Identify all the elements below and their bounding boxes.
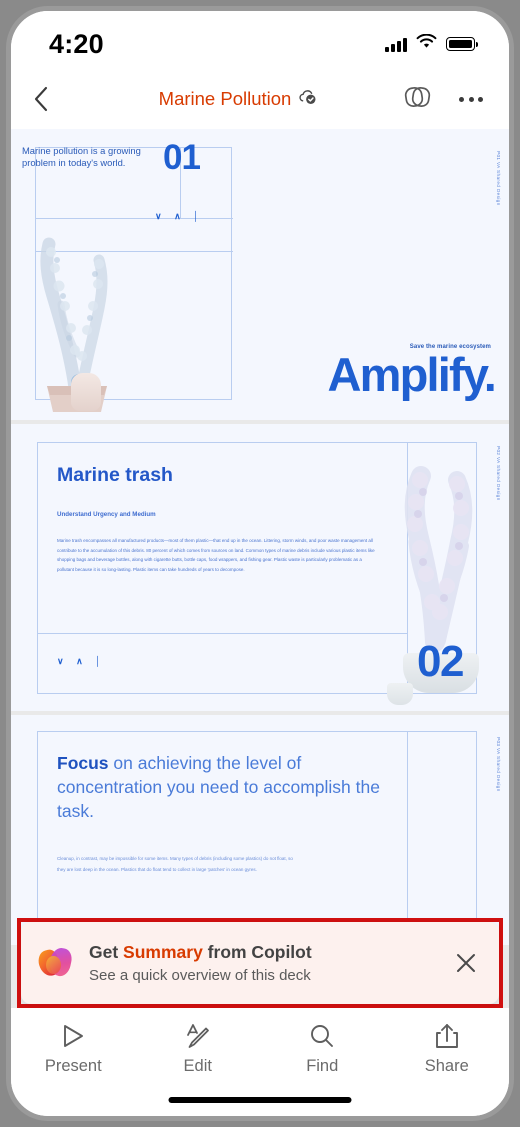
close-icon bbox=[457, 954, 475, 972]
slide-1-quote: Marine pollution is a growing problem in… bbox=[22, 145, 141, 169]
share-upload-icon bbox=[435, 1024, 458, 1048]
copilot-summary-banner[interactable]: Get Summary from Copilot See a quick ove… bbox=[21, 922, 499, 1004]
nav-actions bbox=[403, 83, 483, 116]
copilot-banner-title: Get Summary from Copilot bbox=[89, 941, 433, 964]
slide-3-body: Cleanup, in contrast, may be impossible … bbox=[57, 856, 293, 872]
copilot-title-prefix: Get bbox=[89, 941, 124, 962]
text-pencil-icon bbox=[186, 1024, 209, 1048]
slide-2-horizontal-rule bbox=[38, 633, 408, 634]
copilot-title-suffix: from Copilot bbox=[202, 941, 312, 962]
back-button[interactable] bbox=[33, 86, 73, 112]
search-icon bbox=[311, 1025, 334, 1047]
slide-1-wordmark: Amplify. bbox=[327, 348, 496, 401]
more-options-icon[interactable] bbox=[459, 96, 483, 102]
slide-1-chevrons: ∨ ∧ │ bbox=[155, 211, 204, 221]
slide-side-label: P01 VA Shared Design bbox=[496, 151, 501, 206]
play-triangle-icon bbox=[64, 1025, 84, 1047]
close-banner-button[interactable] bbox=[449, 951, 483, 975]
phone-frame: 4:20 Marine Pollution P01 VA Shared Desi… bbox=[6, 6, 514, 1121]
slide-3-heading-bold: Focus bbox=[57, 753, 109, 773]
slide-2-subtitle: Understand Urgency and Medium bbox=[57, 511, 156, 518]
slide-3-heading: Focus on achieving the level of concentr… bbox=[57, 751, 387, 823]
share-button[interactable]: Share bbox=[391, 1022, 503, 1076]
present-button[interactable]: Present bbox=[17, 1022, 129, 1076]
slide-2-body: Marine trash encompasses all manufacture… bbox=[57, 538, 375, 572]
slide-side-label: P03 VA Shared Design bbox=[496, 737, 501, 792]
loop-pages-icon[interactable] bbox=[403, 83, 433, 116]
slide-2-chevrons: ∨ ∧ │ bbox=[57, 656, 106, 666]
wifi-icon bbox=[416, 33, 437, 54]
status-clock: 4:20 bbox=[49, 28, 104, 59]
cloud-synced-icon bbox=[298, 89, 317, 110]
home-indicator bbox=[168, 1097, 352, 1103]
share-label: Share bbox=[424, 1057, 469, 1075]
slide-3-canvas: P03 VA Shared Design Focus on achieving … bbox=[11, 715, 509, 945]
chevron-left-icon bbox=[34, 86, 48, 112]
slide-list[interactable]: P01 VA Shared Design Marine pollution is… bbox=[11, 129, 509, 1008]
copilot-icon bbox=[35, 946, 74, 979]
status-bar: 4:20 bbox=[11, 11, 509, 69]
copilot-banner-subtitle: See a quick overview of this deck bbox=[89, 966, 311, 984]
present-label: Present bbox=[44, 1057, 102, 1075]
slide-thumbnail-3[interactable]: P03 VA Shared Design Focus on achieving … bbox=[11, 715, 509, 945]
slide-2-canvas: P02 VA Shared Design Marine trash Unders… bbox=[11, 424, 509, 711]
navigation-bar: Marine Pollution bbox=[11, 69, 509, 129]
copilot-banner-highlight: Get Summary from Copilot See a quick ove… bbox=[17, 918, 503, 1008]
slide-thumbnail-2[interactable]: P02 VA Shared Design Marine trash Unders… bbox=[11, 424, 509, 711]
edit-label: Edit bbox=[183, 1057, 212, 1075]
find-label: Find bbox=[306, 1057, 339, 1075]
slide-1-canvas: P01 VA Shared Design Marine pollution is… bbox=[11, 129, 509, 420]
slide-side-label: P02 VA Shared Design bbox=[496, 446, 501, 501]
status-icons bbox=[385, 33, 478, 54]
slide-2-number: 02 bbox=[417, 637, 464, 686]
signal-bars-icon bbox=[385, 37, 407, 52]
edit-button[interactable]: Edit bbox=[142, 1022, 254, 1076]
copilot-banner-text: Get Summary from Copilot See a quick ove… bbox=[89, 941, 433, 986]
copilot-title-accent: Summary bbox=[123, 941, 203, 962]
find-button[interactable]: Find bbox=[266, 1022, 378, 1076]
slide-3-column-divider bbox=[407, 732, 408, 945]
slide-1-number: 01 bbox=[163, 138, 201, 177]
document-title-group[interactable]: Marine Pollution bbox=[73, 88, 403, 110]
coral-plant-image bbox=[404, 466, 473, 652]
slide-thumbnail-1[interactable]: P01 VA Shared Design Marine pollution is… bbox=[11, 129, 509, 420]
bottom-toolbar: Present Edit Find Share bbox=[11, 1008, 509, 1116]
small-bowl-image bbox=[387, 683, 413, 705]
page-title: Marine Pollution bbox=[158, 88, 292, 109]
small-vase-image bbox=[71, 373, 101, 411]
battery-icon bbox=[446, 37, 478, 51]
slide-2-title: Marine trash bbox=[57, 464, 173, 486]
